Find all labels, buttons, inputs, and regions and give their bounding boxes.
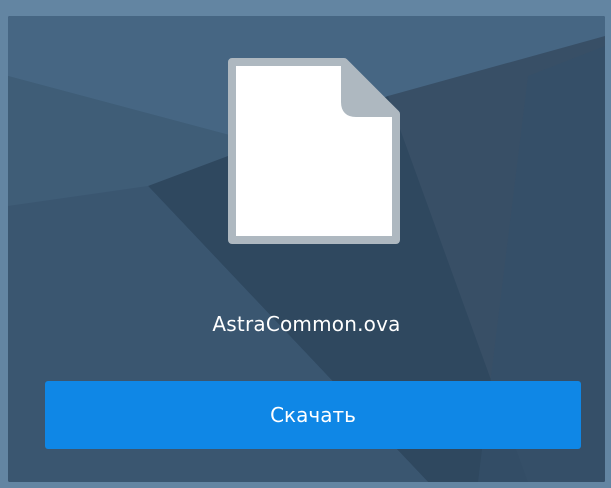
page-frame: AstraCommon.ova Скачать: [0, 0, 611, 488]
download-button[interactable]: Скачать: [45, 381, 581, 449]
file-name: AstraCommon.ova: [212, 312, 401, 336]
document-icon: [228, 58, 400, 244]
file-download-card: AstraCommon.ova Скачать: [8, 16, 605, 482]
